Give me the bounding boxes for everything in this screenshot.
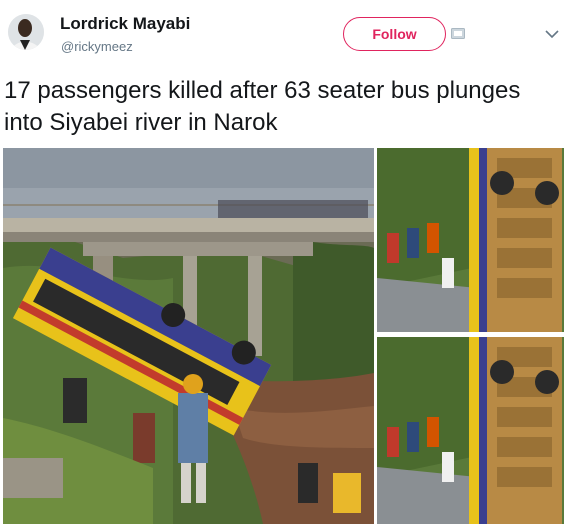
media-grid [3,148,564,524]
photo-bus-side-top[interactable] [377,148,564,332]
avatar[interactable] [8,14,44,50]
photo-bus-under-bridge[interactable] [3,148,374,524]
photo-bus-side-bottom[interactable] [377,337,564,524]
user-handle[interactable]: @rickymeez [61,39,133,54]
chevron-down-icon[interactable] [545,30,559,39]
tweet-text: 17 passengers killed after 63 seater bus… [4,77,521,136]
display-name[interactable]: Lordrick Mayabi [60,14,190,34]
tweet-header: Lordrick Mayabi @rickymeez Follow [0,0,571,68]
block-icon[interactable] [451,28,465,39]
bus-side-image-top [377,148,564,332]
user-avatar-icon [8,14,44,50]
bus-side-image-bottom [377,337,564,524]
crash-scene-image [3,148,374,524]
follow-button[interactable]: Follow [343,17,446,51]
